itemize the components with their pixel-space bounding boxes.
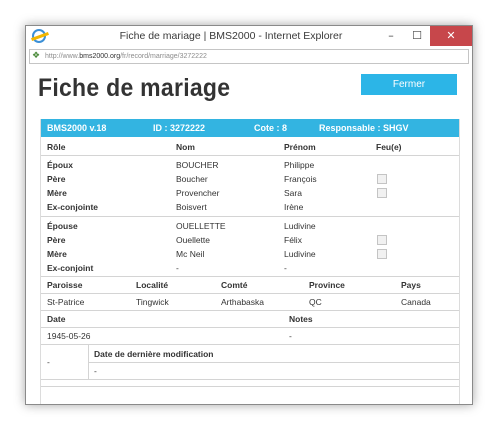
role-label: Père (47, 235, 66, 245)
role-label: Mère (47, 249, 67, 259)
paroisse-header: Paroisse (47, 280, 83, 290)
page-title: Fiche de mariage (38, 74, 231, 102)
prenom-value: Philippe (284, 160, 315, 170)
prenom-value: Félix (284, 235, 302, 245)
column-header-feu: Feu(e) (376, 142, 402, 152)
url-path: /fr/record/marriage/3272222 (120, 53, 207, 60)
feu-checkbox[interactable] (377, 188, 387, 198)
record-header-bar: BMS2000 v.18 ID : 3272222 Cote : 8 Respo… (41, 119, 459, 137)
province-value: QC (309, 297, 322, 307)
url-prefix: http://www. (45, 53, 80, 60)
record-id: ID : 3272222 (153, 123, 206, 133)
divider (88, 362, 459, 363)
column-header-role: Rôle (47, 142, 66, 152)
nom-value: Provencher (176, 188, 220, 198)
divider (41, 276, 459, 277)
province-header: Province (309, 280, 345, 290)
modification-value: - (94, 366, 97, 376)
role-label: Ex-conjoint (47, 263, 94, 273)
prenom-value: Ludivine (284, 249, 316, 259)
site-page-icon: ❖ (32, 51, 41, 61)
address-url[interactable]: http://www.bms2000.org/fr/record/marriag… (45, 51, 207, 62)
feu-checkbox[interactable] (377, 249, 387, 259)
paroisse-value: St-Patrice (47, 297, 85, 307)
comte-value: Arthabaska (221, 297, 264, 307)
column-header-nom: Nom (176, 142, 195, 152)
pays-header: Pays (401, 280, 421, 290)
browser-window: Fiche de mariage | BMS2000 - Internet Ex… (25, 25, 473, 405)
divider (41, 327, 459, 328)
url-domain: bms2000.org (79, 53, 121, 60)
nom-value: OUELLETTE (176, 221, 226, 231)
date-value: 1945-05-26 (47, 331, 91, 341)
maximize-button[interactable]: ☐ (404, 26, 430, 46)
divider (41, 293, 459, 294)
notes-value: - (289, 331, 292, 341)
internet-explorer-icon (32, 29, 46, 43)
modification-header: Date de dernière modification (94, 349, 214, 359)
role-label: Épouse (47, 221, 78, 231)
role-label: Mère (47, 188, 67, 198)
feu-checkbox[interactable] (377, 235, 387, 245)
prenom-value: Irène (284, 202, 304, 212)
prenom-value: - (284, 263, 287, 273)
version-label: BMS2000 v.18 (47, 123, 107, 133)
address-bar[interactable]: ❖ http://www.bms2000.org/fr/record/marri… (29, 49, 469, 64)
prenom-value: Ludivine (284, 221, 316, 231)
divider (41, 155, 459, 156)
nom-value: Boisvert (176, 202, 207, 212)
cote-label: Cote : 8 (254, 123, 288, 133)
nom-value: - (176, 263, 179, 273)
role-label: Époux (47, 160, 73, 170)
date-header: Date (47, 314, 66, 324)
nom-value: Ouellette (176, 235, 211, 245)
prenom-value: Sara (284, 188, 302, 198)
divider (41, 386, 459, 387)
pays-value: Canada (401, 297, 431, 307)
role-label: Ex-conjointe (47, 202, 99, 212)
nom-value: Mc Neil (176, 249, 205, 259)
modification-left-value: - (47, 357, 50, 367)
responsable-label: Responsable : SHGV (319, 123, 409, 133)
column-header-prenom: Prénom (284, 142, 316, 152)
comte-header: Comté (221, 280, 248, 290)
divider (41, 310, 459, 311)
divider (41, 379, 459, 380)
window-title: Fiche de mariage | BMS2000 - Internet Ex… (119, 30, 343, 42)
close-window-button[interactable]: ✕ (430, 26, 472, 46)
prenom-value: François (284, 174, 317, 184)
notes-header: Notes (289, 314, 313, 324)
localite-header: Localité (136, 280, 169, 290)
divider (41, 344, 459, 345)
fermer-button[interactable]: Fermer (361, 74, 457, 95)
page-content: Fiche de mariage Fermer BMS2000 v.18 ID … (26, 64, 472, 404)
minimize-button[interactable]: – (378, 26, 404, 46)
divider (41, 216, 459, 217)
localite-value: Tingwick (136, 297, 169, 307)
role-label: Père (47, 174, 66, 184)
record-card: BMS2000 v.18 ID : 3272222 Cote : 8 Respo… (40, 119, 460, 404)
title-bar: Fiche de mariage | BMS2000 - Internet Ex… (26, 26, 472, 48)
nom-value: Boucher (176, 174, 208, 184)
feu-checkbox[interactable] (377, 174, 387, 184)
nom-value: BOUCHER (176, 160, 219, 170)
